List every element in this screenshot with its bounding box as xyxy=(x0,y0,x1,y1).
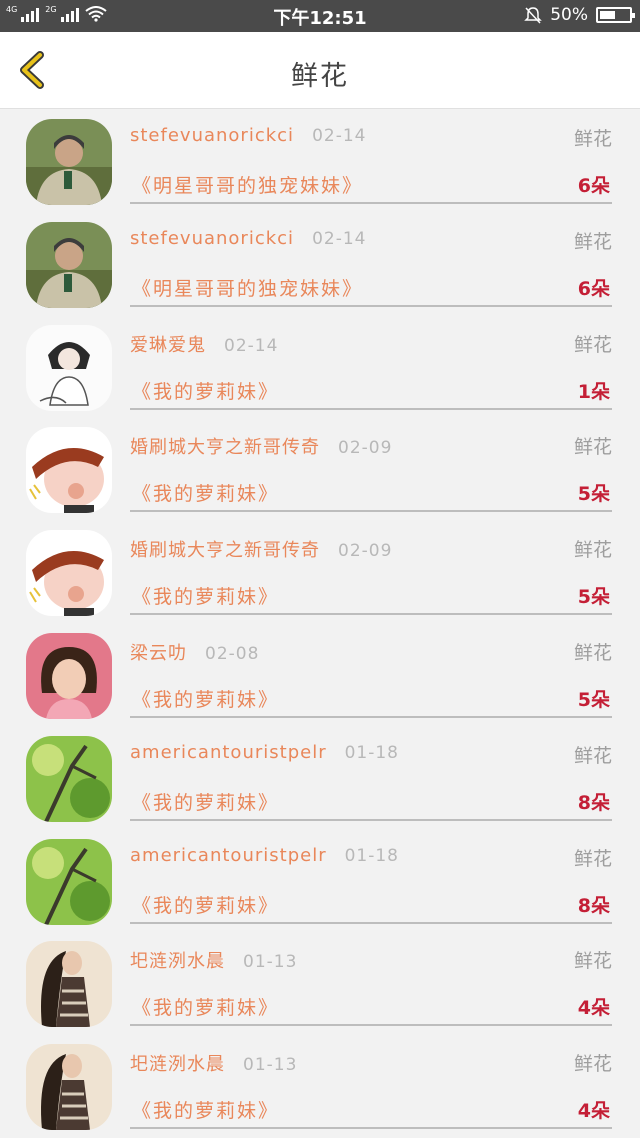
row-content: americantouristpelr 01-18 鲜花 《我的萝莉妹》 8朵 xyxy=(130,829,612,924)
gift-type: 鲜花 xyxy=(573,539,612,562)
book-title[interactable]: 《明星哥哥的独宠妹妹》 xyxy=(132,274,363,301)
sender-name-text: americantouristpelr xyxy=(130,844,327,866)
gift-date: 01-13 xyxy=(243,1055,298,1076)
avatar[interactable] xyxy=(26,119,112,205)
page-title: 鲜花 xyxy=(291,61,349,92)
battery-percent: 50% xyxy=(550,5,588,25)
gift-type: 鲜花 xyxy=(573,847,612,870)
book-title[interactable]: 《我的萝莉妹》 xyxy=(132,377,279,404)
avatar[interactable] xyxy=(26,632,112,719)
gift-type: 鲜花 xyxy=(573,641,612,664)
gift-count: 4朵 xyxy=(577,997,610,1020)
avatar[interactable] xyxy=(26,427,112,514)
sender-name-text: 爱琳爱鬼 xyxy=(130,334,206,356)
list-item[interactable]: americantouristpelr 01-18 鲜花 《我的萝莉妹》 8朵 xyxy=(0,829,640,932)
gift-type: 鲜花 xyxy=(573,1053,612,1076)
sender-name: stefevuanorickci 02-14 xyxy=(130,125,366,146)
battery-icon xyxy=(596,7,635,23)
list-item[interactable]: stefevuanorickci 02-14 鲜花 《明星哥哥的独宠妹妹》 6朵 xyxy=(0,212,640,315)
gift-type: 鲜花 xyxy=(573,744,612,767)
avatar[interactable] xyxy=(26,221,112,308)
row-content: stefevuanorickci 02-14 鲜花 《明星哥哥的独宠妹妹》 6朵 xyxy=(130,109,612,204)
row-content: 婚刷城大亨之新哥传奇 02-09 鲜花 《我的萝莉妹》 5朵 xyxy=(130,520,612,616)
list-item[interactable]: 婚刷城大亨之新哥传奇 02-09 鲜花 《我的萝莉妹》 5朵 xyxy=(0,417,640,520)
sender-name: 圯涟洌水晨 01-13 xyxy=(130,1050,297,1076)
list-item[interactable]: 婚刷城大亨之新哥传奇 02-09 鲜花 《我的萝莉妹》 5朵 xyxy=(0,520,640,623)
book-title[interactable]: 《我的萝莉妹》 xyxy=(132,891,279,918)
gift-date: 02-09 xyxy=(338,438,393,459)
mute-bell-icon xyxy=(524,7,543,24)
gift-count: 5朵 xyxy=(577,688,610,711)
sender-name-text: 梁云叻 xyxy=(130,642,187,664)
gift-type: 鲜花 xyxy=(573,436,612,459)
book-title[interactable]: 《我的萝莉妹》 xyxy=(132,685,279,712)
gift-date: 02-08 xyxy=(205,643,260,664)
gift-date: 01-18 xyxy=(344,742,399,763)
avatar[interactable] xyxy=(26,941,112,1028)
book-title[interactable]: 《明星哥哥的独宠妹妹》 xyxy=(132,171,363,198)
gift-count: 5朵 xyxy=(577,483,610,506)
sender-name-text: stefevuanorickci xyxy=(130,125,295,146)
gift-date: 01-18 xyxy=(344,845,399,866)
sender-name: 梁云叻 02-08 xyxy=(130,639,259,665)
gift-date: 02-14 xyxy=(312,126,367,146)
sender-name: americantouristpelr 01-18 xyxy=(130,845,399,866)
sender-name: 爱琳爱鬼 02-14 xyxy=(130,331,278,357)
gift-count: 4朵 xyxy=(577,1100,610,1123)
gift-date: 02-14 xyxy=(312,228,367,249)
sender-name-text: 圯涟洌水晨 xyxy=(130,951,225,973)
row-content: 婚刷城大亨之新哥传奇 02-09 鲜花 《我的萝莉妹》 5朵 xyxy=(130,417,612,513)
avatar[interactable] xyxy=(26,735,112,822)
gift-type: 鲜花 xyxy=(573,950,612,973)
nav-bar: 鲜花 xyxy=(0,32,640,109)
gift-count: 8朵 xyxy=(577,894,610,917)
sender-name: 婚刷城大亨之新哥传奇 02-09 xyxy=(130,433,392,459)
row-content: 圯涟洌水晨 01-13 鲜花 《我的萝莉妹》 4朵 xyxy=(130,931,612,1027)
gift-count: 6朵 xyxy=(577,175,610,197)
avatar[interactable] xyxy=(26,1044,112,1131)
sender-name: americantouristpelr 01-18 xyxy=(130,742,399,763)
status-bar: 4G 2G 下午12:51 50% xyxy=(0,0,640,32)
sender-name: 婚刷城大亨之新哥传奇 02-09 xyxy=(130,536,392,562)
row-content: 圯涟洌水晨 01-13 鲜花 《我的萝莉妹》 4朵 xyxy=(130,1034,612,1130)
gift-type: 鲜花 xyxy=(573,333,612,356)
list-item[interactable]: 梁云叻 02-08 鲜花 《我的萝莉妹》 5朵 xyxy=(0,623,640,726)
avatar[interactable] xyxy=(26,530,112,617)
sender-name-text: 婚刷城大亨之新哥传奇 xyxy=(130,437,320,459)
gift-type: 鲜花 xyxy=(573,128,612,150)
book-title[interactable]: 《我的萝莉妹》 xyxy=(132,993,279,1020)
list-item[interactable]: americantouristpelr 01-18 鲜花 《我的萝莉妹》 8朵 xyxy=(0,726,640,829)
gift-type: 鲜花 xyxy=(573,230,612,253)
avatar[interactable] xyxy=(26,324,112,411)
avatar[interactable] xyxy=(26,838,112,925)
sender-name-text: 圯涟洌水晨 xyxy=(130,1054,225,1076)
gift-date: 02-14 xyxy=(224,335,279,356)
gift-count: 1朵 xyxy=(577,380,610,403)
sender-name: stefevuanorickci 02-14 xyxy=(130,228,366,249)
sender-name: 圯涟洌水晨 01-13 xyxy=(130,947,297,973)
gift-list: stefevuanorickci 02-14 鲜花 《明星哥哥的独宠妹妹》 6朵 … xyxy=(0,109,640,1137)
row-content: stefevuanorickci 02-14 鲜花 《明星哥哥的独宠妹妹》 6朵 xyxy=(130,212,612,307)
row-content: americantouristpelr 01-18 鲜花 《我的萝莉妹》 8朵 xyxy=(130,726,612,821)
book-title[interactable]: 《我的萝莉妹》 xyxy=(132,582,279,609)
row-content: 爱琳爱鬼 02-14 鲜花 《我的萝莉妹》 1朵 xyxy=(130,315,612,410)
gift-count: 8朵 xyxy=(577,791,610,814)
sender-name-text: stefevuanorickci xyxy=(130,227,295,249)
list-item[interactable]: 圯涟洌水晨 01-13 鲜花 《我的萝莉妹》 4朵 xyxy=(0,931,640,1034)
gift-count: 5朵 xyxy=(577,586,610,609)
row-content: 梁云叻 02-08 鲜花 《我的萝莉妹》 5朵 xyxy=(130,623,612,718)
book-title[interactable]: 《我的萝莉妹》 xyxy=(132,788,279,815)
sender-name-text: 婚刷城大亨之新哥传奇 xyxy=(130,540,320,562)
sender-name-text: americantouristpelr xyxy=(130,741,327,763)
list-item[interactable]: stefevuanorickci 02-14 鲜花 《明星哥哥的独宠妹妹》 6朵 xyxy=(0,109,640,212)
gift-date: 02-09 xyxy=(338,541,393,562)
book-title[interactable]: 《我的萝莉妹》 xyxy=(132,479,279,506)
status-right: 50% xyxy=(524,5,635,25)
book-title[interactable]: 《我的萝莉妹》 xyxy=(132,1096,279,1123)
gift-count: 6朵 xyxy=(577,277,610,300)
list-item[interactable]: 圯涟洌水晨 01-13 鲜花 《我的萝莉妹》 4朵 xyxy=(0,1034,640,1137)
list-item[interactable]: 爱琳爱鬼 02-14 鲜花 《我的萝莉妹》 1朵 xyxy=(0,315,640,418)
gift-date: 01-13 xyxy=(243,952,298,973)
